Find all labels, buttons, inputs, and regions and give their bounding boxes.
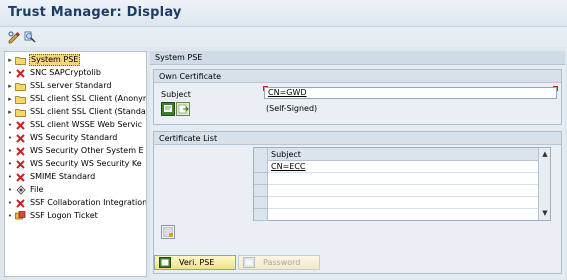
display-certificate-icon[interactable] bbox=[161, 102, 175, 116]
tree-item-label: SMIME Standard bbox=[30, 172, 96, 181]
expand-icon[interactable]: ▸ bbox=[7, 56, 13, 64]
certificate-list-title: Certificate List bbox=[154, 132, 561, 145]
ticket-icon bbox=[15, 211, 26, 221]
tree-item-label: SSL client SSL Client (Standa bbox=[30, 107, 146, 116]
file-icon bbox=[15, 185, 26, 195]
row-selector[interactable] bbox=[254, 209, 268, 221]
tree-item-label: SSF Collaboration Integration bbox=[30, 198, 147, 207]
title-bar: Trust Manager: Display bbox=[0, 0, 567, 27]
certificate-table[interactable]: Subject CN=ECC ▲ ▼ bbox=[253, 147, 551, 221]
tree-item-label: SNC SAPCryptolib bbox=[30, 68, 101, 77]
table-row[interactable] bbox=[268, 173, 538, 185]
pse-tree[interactable]: ▸ System PSE • SNC SAPCryptolib ▸ SSL se… bbox=[4, 51, 147, 277]
expand-icon[interactable]: ▸ bbox=[7, 95, 13, 103]
folder-icon bbox=[15, 55, 26, 65]
row-selector[interactable] bbox=[254, 185, 268, 197]
red-x-icon bbox=[15, 172, 26, 182]
folder-icon bbox=[15, 94, 26, 104]
red-x-icon bbox=[15, 120, 26, 130]
application-toolbar bbox=[0, 27, 567, 47]
table-row[interactable] bbox=[268, 185, 538, 197]
tree-item-ws-security-standard[interactable]: • WS Security Standard bbox=[7, 132, 118, 144]
subject-field[interactable]: CN=GWD bbox=[263, 86, 558, 99]
subject-value: CN=GWD bbox=[268, 88, 307, 97]
red-x-icon bbox=[15, 159, 26, 169]
folder-icon bbox=[15, 81, 26, 91]
tree-item-ssl-client-standard[interactable]: ▸ SSL client SSL Client (Standa bbox=[7, 106, 146, 118]
column-header-subject[interactable]: Subject bbox=[268, 148, 538, 161]
pse-detail-panel: System PSE Own Certificate Subject CN=GW… bbox=[150, 51, 565, 280]
folder-icon bbox=[15, 107, 26, 117]
panel-title: System PSE bbox=[155, 53, 203, 62]
tree-item-label: SSL client SSL Client (Anonym bbox=[30, 94, 147, 103]
password-label: Password bbox=[263, 258, 301, 267]
red-x-icon bbox=[15, 146, 26, 156]
row-selector[interactable] bbox=[254, 161, 268, 173]
table-row[interactable]: CN=ECC bbox=[268, 161, 538, 173]
veri-pse-label: Veri. PSE bbox=[179, 258, 215, 267]
table-row[interactable] bbox=[268, 197, 538, 209]
certificate-subject: CN=ECC bbox=[271, 162, 306, 171]
own-certificate-frame: Own Certificate Subject CN=GWD (Self-Sig… bbox=[153, 69, 562, 125]
tree-item-snc-sapcryptolib[interactable]: • SNC SAPCryptolib bbox=[7, 67, 102, 79]
tree-item-label: WS Security Standard bbox=[30, 133, 118, 142]
tree-item-label: System PSE bbox=[29, 54, 81, 66]
row-selector[interactable] bbox=[254, 197, 268, 209]
red-x-icon bbox=[15, 198, 26, 208]
tree-item-ws-security-other[interactable]: • WS Security Other System E bbox=[7, 145, 145, 157]
tree-item-ssf-collaboration[interactable]: • SSF Collaboration Integration bbox=[7, 197, 147, 209]
tree-item-ssl-client-anonym[interactable]: ▸ SSL client SSL Client (Anonym bbox=[7, 93, 147, 105]
certificate-check-icon bbox=[159, 257, 171, 268]
certificate-list-frame: Certificate List Subject CN=ECC ▲ ▼ bbox=[153, 131, 562, 274]
subject-label: Subject bbox=[161, 90, 191, 99]
red-x-icon bbox=[15, 133, 26, 143]
tree-item-ws-security-key[interactable]: • WS Security WS Security Ke bbox=[7, 158, 143, 170]
display-change-icon[interactable] bbox=[7, 30, 21, 44]
self-signed-text: (Self-Signed) bbox=[266, 104, 318, 113]
panel-header: System PSE bbox=[150, 51, 565, 65]
tree-item-system-pse[interactable]: ▸ System PSE bbox=[7, 54, 81, 66]
tree-item-ssf-logon-ticket[interactable]: • SSF Logon Ticket bbox=[7, 210, 99, 222]
scroll-down-icon[interactable]: ▼ bbox=[540, 208, 550, 218]
own-certificate-title: Own Certificate bbox=[154, 70, 561, 83]
veri-pse-button[interactable]: Veri. PSE bbox=[154, 255, 236, 270]
password-button[interactable]: Password bbox=[238, 255, 320, 270]
expand-icon[interactable]: ▸ bbox=[7, 108, 13, 116]
scroll-up-icon[interactable]: ▲ bbox=[540, 149, 550, 159]
tree-item-ssl-server-standard[interactable]: ▸ SSL server Standard bbox=[7, 80, 112, 92]
export-certificate-icon[interactable] bbox=[176, 102, 190, 116]
expand-icon[interactable]: ▸ bbox=[7, 82, 13, 90]
tree-item-ssl-client-wsse[interactable]: • SSL client WSSE Web Servic bbox=[7, 119, 143, 131]
tree-item-label: SSF Logon Ticket bbox=[30, 211, 98, 220]
tree-item-label: SSL server Standard bbox=[30, 81, 112, 90]
red-x-icon bbox=[15, 68, 26, 78]
tree-item-label: WS Security WS Security Ke bbox=[30, 159, 142, 168]
password-icon bbox=[243, 257, 255, 268]
tree-item-label: WS Security Other System E bbox=[30, 146, 144, 155]
tree-item-smime-standard[interactable]: • SMIME Standard bbox=[7, 171, 96, 183]
tree-item-label: SSL client WSSE Web Servic bbox=[30, 120, 142, 129]
table-scrollbar[interactable]: ▲ ▼ bbox=[538, 148, 550, 220]
window-title: Trust Manager: Display bbox=[8, 5, 182, 20]
add-to-certificate-list-icon[interactable] bbox=[161, 225, 175, 239]
row-selector[interactable] bbox=[254, 173, 268, 185]
table-row[interactable] bbox=[268, 209, 538, 221]
tree-item-file[interactable]: • File bbox=[7, 184, 44, 196]
tree-item-label: File bbox=[30, 185, 44, 194]
other-object-icon[interactable] bbox=[23, 30, 37, 44]
